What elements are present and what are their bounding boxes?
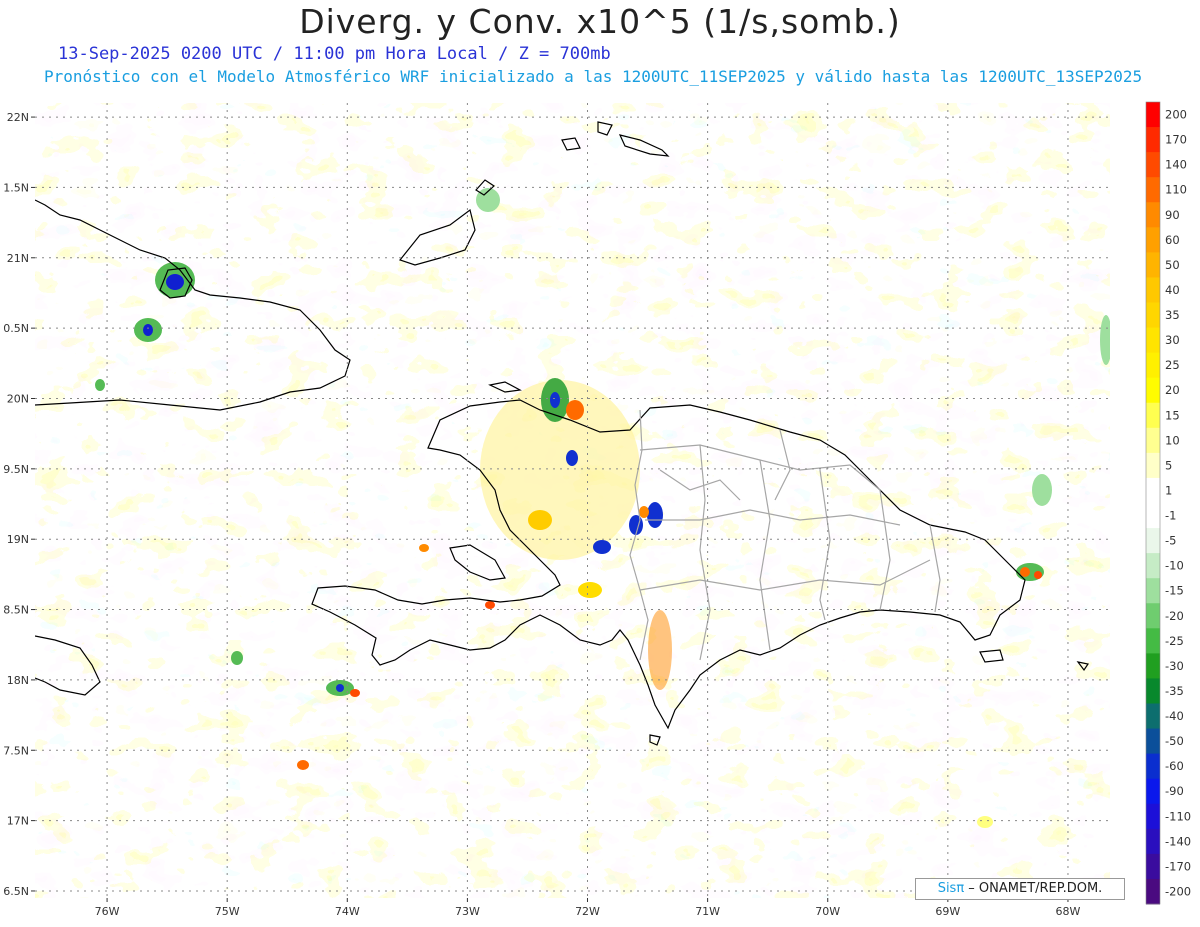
colorbar-swatch — [1146, 452, 1160, 479]
colorbar-label: 60 — [1165, 233, 1180, 247]
colorbar-label: 10 — [1165, 433, 1180, 447]
longitude-labels: 76W 75W 74W 73W 72W 71W 70W 69W 68W — [95, 898, 1081, 918]
colorbar-swatch — [1146, 753, 1160, 780]
colorbar-swatch — [1146, 352, 1160, 379]
colorbar-label: 200 — [1165, 108, 1187, 122]
lat-label: 22N — [7, 111, 29, 124]
colorbar-swatch — [1146, 628, 1160, 654]
lat-label: 8.5N — [3, 604, 29, 617]
lon-label: 76W — [95, 905, 120, 918]
lat-label: 9.5N — [3, 463, 29, 476]
lat-label: 21N — [7, 252, 29, 265]
colorbar-label: -35 — [1165, 684, 1184, 698]
model-init-subtitle: Pronóstico con el Modelo Atmosférico WRF… — [44, 67, 1143, 86]
lat-label: 6.5N — [3, 885, 29, 898]
colorbar-label: 140 — [1165, 158, 1187, 172]
colorbar-swatch — [1146, 252, 1160, 278]
colorbar-swatch — [1146, 553, 1160, 579]
lat-label: 7.5N — [3, 744, 29, 757]
colorbar-label: 20 — [1165, 383, 1180, 397]
colorbar-label: -15 — [1165, 584, 1184, 598]
colorbar-swatch — [1146, 177, 1160, 203]
colorbar-label: -1 — [1165, 509, 1176, 523]
lat-label: 18N — [7, 674, 29, 687]
colorbar-label: 170 — [1165, 133, 1187, 147]
colorbar-swatch — [1146, 127, 1160, 153]
colorbar-label: 50 — [1165, 258, 1180, 272]
colorbar-label: -170 — [1165, 859, 1191, 873]
colorbar-label: 110 — [1165, 183, 1187, 197]
credit-brand: Sisπ — [937, 881, 965, 896]
colorbar-label: -10 — [1165, 559, 1184, 573]
colorbar-label: 90 — [1165, 208, 1180, 222]
colorbar-swatch — [1146, 302, 1160, 329]
colorbar-label: -110 — [1165, 809, 1191, 823]
colorbar-label: -90 — [1165, 784, 1184, 798]
credit-text: – ONAMET/REP.DOM. — [964, 881, 1103, 896]
colorbar-label: 25 — [1165, 358, 1180, 372]
colorbar-swatch — [1146, 202, 1160, 228]
colorbar-swatch — [1146, 227, 1160, 253]
colorbar-label: -25 — [1165, 634, 1184, 648]
color-bar: 200 170 140 110 90 60 50 40 35 30 25 20 15 10 5 1 -1 -5 -1… — [1145, 101, 1191, 905]
colorbar-swatch — [1146, 653, 1160, 679]
valid-time-subtitle: 13-Sep-2025 0200 UTC / 11:00 pm Hora Loc… — [58, 44, 611, 64]
colorbar-swatch — [1146, 878, 1160, 905]
colorbar-swatch — [1146, 327, 1160, 354]
colorbar-label: -5 — [1165, 534, 1176, 548]
divergence-map: 22N 1.5N 21N 0.5N 20N 9.5N 19N 8.5N 18N 7.5N 17N 6.… — [3, 101, 1191, 918]
colorbar-label: 35 — [1165, 308, 1180, 322]
colorbar-label: 5 — [1165, 458, 1172, 472]
lon-label: 70W — [815, 905, 840, 918]
colorbar-swatch — [1146, 477, 1160, 504]
lat-label: 20N — [7, 392, 29, 405]
map-title: Diverg. y Conv. x10^5 (1/s,somb.) — [299, 2, 901, 41]
credit-box: Sisπ – ONAMET/REP.DOM. — [915, 878, 1125, 900]
colorbar-swatch — [1146, 427, 1160, 454]
colorbar-label: 30 — [1165, 333, 1180, 347]
latitude-labels: 22N 1.5N 21N 0.5N 20N 9.5N 19N 8.5N 18N 7.5N 17N 6.… — [3, 111, 35, 898]
colorbar-label: -60 — [1165, 759, 1184, 773]
colorbar-label: -200 — [1165, 884, 1191, 898]
colorbar-label: -30 — [1165, 659, 1184, 673]
colorbar-swatch — [1146, 603, 1160, 629]
colorbar-label: -20 — [1165, 609, 1184, 623]
colorbar-swatch — [1146, 578, 1160, 604]
colorbar-swatch — [1146, 277, 1160, 303]
colorbar-swatch — [1146, 703, 1160, 730]
colorbar-label: -50 — [1165, 734, 1184, 748]
lat-label: 1.5N — [3, 181, 29, 194]
colorbar-label: 40 — [1165, 283, 1180, 297]
colorbar-label: 15 — [1165, 408, 1180, 422]
colorbar-swatch — [1146, 828, 1160, 855]
colorbar-swatch — [1146, 377, 1160, 404]
colorbar-swatch — [1146, 678, 1160, 704]
lon-label: 68W — [1056, 905, 1081, 918]
colorbar-label: 1 — [1165, 483, 1172, 497]
lon-label: 72W — [575, 905, 600, 918]
lon-label: 71W — [695, 905, 720, 918]
colorbar-swatch — [1146, 778, 1160, 805]
colorbar-swatch — [1146, 528, 1160, 554]
colorbar-swatch — [1146, 503, 1160, 529]
lon-label: 73W — [455, 905, 480, 918]
lat-label: 19N — [7, 533, 29, 546]
colorbar-swatch — [1146, 152, 1160, 178]
colorbar-swatch — [1146, 728, 1160, 755]
lon-label: 75W — [215, 905, 240, 918]
colorbar-swatch — [1146, 102, 1160, 128]
colorbar-swatch — [1146, 402, 1160, 429]
lon-label: 74W — [335, 905, 360, 918]
colorbar-label: -40 — [1165, 709, 1184, 723]
colorbar-label: -140 — [1165, 834, 1191, 848]
colorbar-swatch — [1146, 853, 1160, 880]
colorbar-swatch — [1146, 803, 1160, 830]
lat-label: 17N — [7, 815, 29, 828]
lon-label: 69W — [935, 905, 960, 918]
lat-label: 0.5N — [3, 322, 29, 335]
